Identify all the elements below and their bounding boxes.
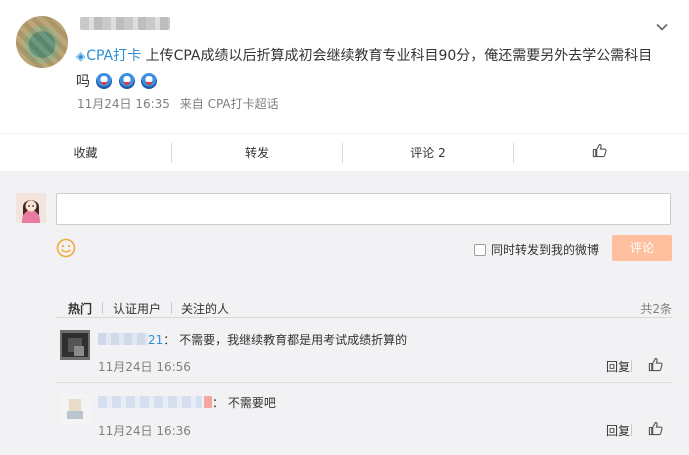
tab-divider	[171, 302, 172, 314]
comment-action-divider	[631, 360, 632, 372]
comment-count: 共2条	[640, 302, 672, 316]
thumb-up-icon	[592, 135, 607, 173]
doraemon-emoji-icon	[118, 73, 135, 89]
comment-action-divider	[631, 424, 632, 436]
comment-item: ： 不需要吧 11月24日 16:36 回复	[56, 394, 673, 446]
commenter-name-redacted[interactable]	[98, 333, 148, 345]
doraemon-emoji-icon	[141, 73, 158, 89]
reply-button[interactable]: 回复	[606, 422, 630, 439]
comment-time: 11月24日 16:56	[98, 360, 191, 374]
reply-button[interactable]: 回复	[606, 358, 630, 375]
comments-panel: 同时转发到我的微博 评论 热门 认证用户 关注的人 共2条 21： 不需要，我继…	[0, 171, 689, 455]
comment-text: ： 不需要，我继续教育都是用考试成绩折算的	[163, 333, 408, 347]
comment-item: 21： 不需要，我继续教育都是用考试成绩折算的 11月24日 16:56 回复	[56, 330, 673, 383]
post-meta: 11月24日 16:35 来自 CPA打卡超话	[77, 95, 285, 112]
smiley-icon[interactable]	[56, 238, 76, 258]
collect-button[interactable]: 收藏	[0, 134, 171, 172]
commenter-avatar[interactable]	[60, 330, 90, 360]
tab-following[interactable]: 关注的人	[181, 300, 229, 317]
comment-time: 11月24日 16:36	[98, 424, 191, 438]
author-name-redacted[interactable]	[80, 17, 170, 30]
weibo-post: ◈CPA打卡 上传CPA成绩以后折算成初会继续教育专业科目90分，俺还需要另外去…	[0, 0, 689, 133]
topic-label[interactable]: CPA打卡	[86, 48, 141, 64]
commenter-avatar[interactable]	[60, 394, 90, 424]
commenter-name-redacted[interactable]	[98, 396, 202, 408]
action-bar: 收藏 转发 评论 2	[0, 133, 689, 171]
thumb-up-icon[interactable]	[648, 421, 663, 439]
comment-content: ： 不需要吧	[98, 394, 276, 411]
comment-content: 21： 不需要，我继续教育都是用考试成绩折算的	[98, 331, 407, 348]
thumb-up-icon[interactable]	[648, 357, 663, 375]
current-user-avatar	[16, 193, 46, 223]
submit-comment-button[interactable]: 评论	[612, 235, 672, 261]
topic-link[interactable]: ◈CPA打卡	[76, 48, 146, 64]
comment-divider	[56, 382, 673, 383]
post-text: ◈CPA打卡 上传CPA成绩以后折算成初会继续教育专业科目90分，俺还需要另外去…	[76, 43, 666, 95]
commenter-name-suffix[interactable]: 21	[148, 333, 163, 347]
tab-divider	[102, 302, 103, 314]
comment-button[interactable]: 评论 2	[343, 134, 513, 172]
comment-input[interactable]	[56, 193, 671, 225]
chevron-down-icon[interactable]	[655, 20, 669, 34]
author-avatar[interactable]	[16, 16, 68, 68]
forward-button[interactable]: 转发	[172, 134, 342, 172]
post-source[interactable]: 来自 CPA打卡超话	[180, 97, 279, 111]
topic-diamond-icon: ◈	[76, 49, 86, 63]
forward-checkbox[interactable]	[474, 243, 486, 256]
forward-checkbox-label[interactable]: 同时转发到我的微博	[491, 241, 599, 258]
comment-tabs: 热门 认证用户 关注的人 共2条	[56, 296, 673, 318]
tab-hot[interactable]: 热门	[68, 300, 92, 317]
like-button[interactable]	[514, 134, 684, 172]
vip-badge-icon	[204, 396, 212, 408]
comment-text: ： 不需要吧	[212, 396, 276, 410]
tab-verified-users[interactable]: 认证用户	[113, 300, 161, 317]
post-date[interactable]: 11月24日 16:35	[77, 97, 170, 111]
post-body: 上传CPA成绩以后折算成初会继续教育专业科目90分，俺还需要另外去学公需科目吗	[76, 48, 653, 90]
forward-option: 同时转发到我的微博	[474, 241, 599, 258]
doraemon-emoji-icon	[96, 73, 113, 89]
